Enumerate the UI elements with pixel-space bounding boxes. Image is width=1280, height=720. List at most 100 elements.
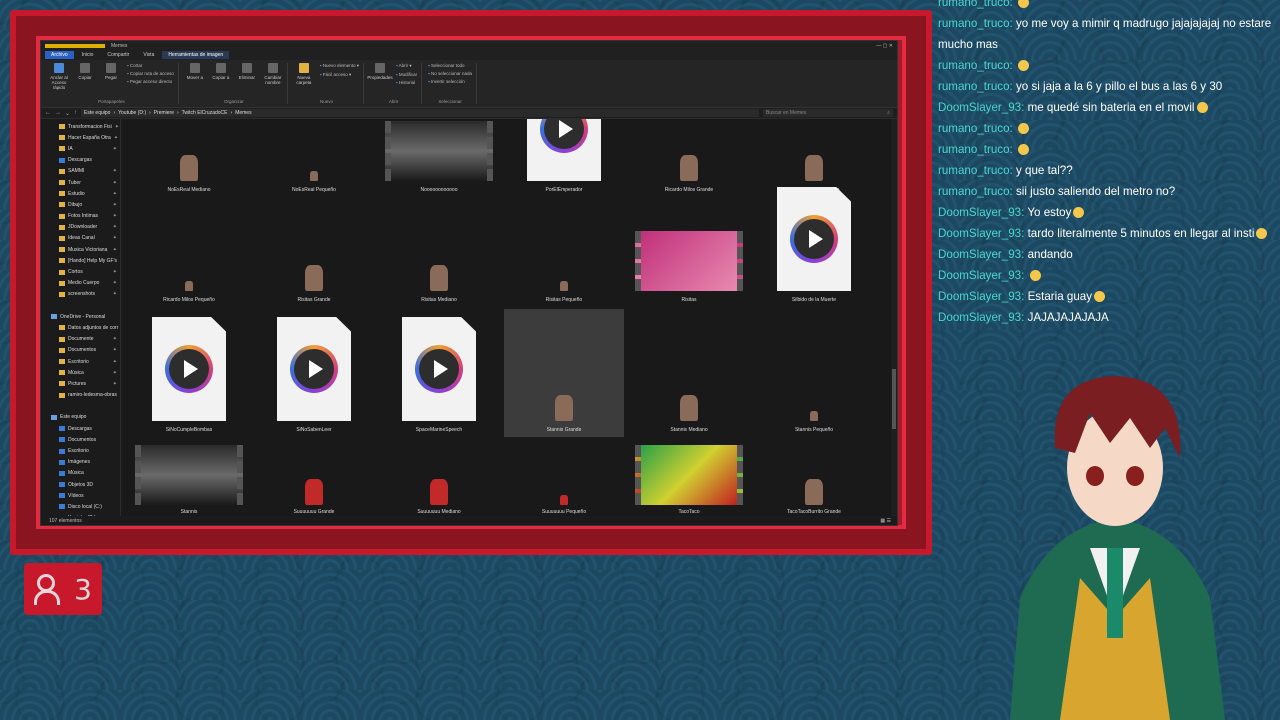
- menu-vista[interactable]: Vista: [137, 51, 160, 59]
- file-tile[interactable]: Suuuuuuu Pequeño: [504, 439, 624, 516]
- chat-username[interactable]: rumano_truco:: [938, 80, 1016, 93]
- vertical-scrollbar[interactable]: [891, 119, 897, 516]
- nav-item[interactable]: Documentos ✦: [41, 345, 120, 356]
- nav-item[interactable]: Ideas Canal ✦: [41, 233, 120, 244]
- nav-item[interactable]: Musica Victoriana ✦: [41, 244, 120, 255]
- nav-item[interactable]: Cortos ✦: [41, 266, 120, 277]
- nav-item[interactable]: Este equipo: [41, 412, 120, 423]
- nav-item[interactable]: [Hando] Help My GF's✦: [41, 255, 120, 266]
- file-tile[interactable]: Suuuuuuu Mediano: [379, 439, 499, 516]
- nav-item[interactable]: Dibujo ✦: [41, 199, 120, 210]
- breadcrumb-item[interactable]: Este equipo: [84, 110, 110, 116]
- nav-item[interactable]: screenshots ✦: [41, 289, 120, 300]
- chat-username[interactable]: DoomSlayer_93:: [938, 311, 1028, 324]
- copy-path-button[interactable]: Copiar ruta de acceso: [127, 71, 174, 76]
- nav-item[interactable]: Fotos Intimas ✦: [41, 211, 120, 222]
- file-tile[interactable]: Stannis Grande: [504, 309, 624, 437]
- breadcrumb-item[interactable]: Youtube (D:): [118, 110, 146, 116]
- view-toggle-icons[interactable]: ▦ ☰: [880, 518, 891, 524]
- back-arrow-icon[interactable]: ←: [45, 110, 51, 116]
- paste-button[interactable]: Pegar: [101, 63, 121, 80]
- file-tile[interactable]: Stannis Mediano: [629, 309, 749, 437]
- select-none-button[interactable]: No seleccionar nada: [428, 71, 472, 76]
- select-all-button[interactable]: Seleccionar todo: [428, 63, 472, 68]
- scrollbar-thumb[interactable]: [892, 369, 896, 429]
- new-item-button[interactable]: Nuevo elemento ▾: [320, 63, 359, 69]
- breadcrumb-item[interactable]: Twitch ElCruzadoCE: [182, 110, 228, 116]
- window-controls[interactable]: — ▢ ✕: [876, 43, 893, 49]
- nav-item[interactable]: Descargas: [41, 423, 120, 434]
- file-tile[interactable]: Stannis: [129, 439, 249, 516]
- file-tile[interactable]: TacoTacoBurrito Grande: [754, 439, 874, 516]
- file-tile[interactable]: Risitas Grande: [254, 179, 374, 307]
- chat-username[interactable]: rumano_truco:: [938, 17, 1016, 30]
- chat-username[interactable]: rumano_truco:: [938, 185, 1016, 198]
- chat-username[interactable]: DoomSlayer_93:: [938, 269, 1028, 282]
- file-tile[interactable]: Risitas: [629, 179, 749, 307]
- breadcrumb[interactable]: Este equipo › Youtube (D:) › Premiere › Twitch…: [81, 109, 759, 117]
- file-tile[interactable]: Risitas Mediano: [379, 179, 499, 307]
- nav-item[interactable]: Estudio ✦: [41, 188, 120, 199]
- nav-item[interactable]: Transformacion Fisi ✦: [41, 121, 120, 132]
- nav-item[interactable]: Vídeos: [41, 490, 120, 501]
- nav-item[interactable]: OneDrive - Personal: [41, 311, 120, 322]
- chat-username[interactable]: DoomSlayer_93:: [938, 206, 1027, 219]
- menu-herramientas-imagen[interactable]: Herramientas de imagen: [162, 51, 230, 59]
- nav-item[interactable]: JDownloader ✦: [41, 222, 120, 233]
- delete-button[interactable]: Eliminar: [237, 63, 257, 80]
- chat-username[interactable]: rumano_truco:: [938, 143, 1016, 156]
- file-tile[interactable]: Risitas Pequeño: [504, 179, 624, 307]
- menu-archivo[interactable]: Archivo: [45, 51, 74, 59]
- chat-username[interactable]: DoomSlayer_93:: [938, 248, 1028, 261]
- chat-username[interactable]: rumano_truco:: [938, 59, 1016, 72]
- chat-username[interactable]: DoomSlayer_93:: [938, 101, 1028, 114]
- copy-to-button[interactable]: Copiar a: [211, 63, 231, 80]
- breadcrumb-item[interactable]: Premiere: [154, 110, 174, 116]
- paste-shortcut-button[interactable]: Pegar acceso directo: [127, 79, 174, 84]
- nav-item[interactable]: Objetos 3D: [41, 479, 120, 490]
- file-tile[interactable]: Suuuuuuu Grande: [254, 439, 374, 516]
- rename-button[interactable]: Cambiar nombre: [263, 63, 283, 85]
- chat-username[interactable]: rumano_truco:: [938, 122, 1016, 135]
- nav-item[interactable]: Escritorio: [41, 445, 120, 456]
- menu-inicio[interactable]: Inicio: [76, 51, 100, 59]
- cut-button[interactable]: Cortar: [127, 63, 174, 68]
- move-to-button[interactable]: Mover a: [185, 63, 205, 80]
- file-tile[interactable]: SiNoCumpleBombas: [129, 309, 249, 437]
- nav-item[interactable]: ramiro-ledesma-obras✦: [41, 390, 120, 401]
- nav-item[interactable]: Disco local (C:): [41, 501, 120, 512]
- chevron-down-icon[interactable]: ⌄: [65, 110, 70, 117]
- nav-item[interactable]: Imágenes: [41, 457, 120, 468]
- chat-username[interactable]: rumano_truco:: [938, 164, 1016, 177]
- file-tile[interactable]: Stannis Pequeño: [754, 309, 874, 437]
- nav-item[interactable]: Tuber ✦: [41, 177, 120, 188]
- menu-compartir[interactable]: Compartir: [101, 51, 135, 59]
- open-button[interactable]: Abrir ▾: [396, 63, 417, 69]
- nav-item[interactable]: Documentos: [41, 434, 120, 445]
- chat-username[interactable]: rumano_truco:: [938, 0, 1016, 9]
- nav-item[interactable]: SAMMI ✦: [41, 166, 120, 177]
- search-input[interactable]: Buscar en Memes ⌕: [763, 109, 893, 117]
- nav-item[interactable]: Pictures ✦: [41, 378, 120, 389]
- breadcrumb-item[interactable]: Memes: [235, 110, 251, 116]
- nav-item[interactable]: Música ✦: [41, 367, 120, 378]
- copy-button[interactable]: Copiar: [75, 63, 95, 80]
- nav-item[interactable]: IA ✦: [41, 143, 120, 154]
- nav-item[interactable]: Datos adjuntos de corr✦: [41, 322, 120, 333]
- nav-item[interactable]: Música: [41, 468, 120, 479]
- history-button[interactable]: Historial: [396, 80, 417, 85]
- up-arrow-icon[interactable]: ↑: [74, 110, 77, 116]
- properties-button[interactable]: Propiedades: [367, 63, 393, 80]
- new-folder-button[interactable]: Nueva carpeta: [294, 63, 314, 85]
- easy-access-button[interactable]: Fácil acceso ▾: [320, 72, 359, 78]
- nav-item[interactable]: Hacer España Otra ✦: [41, 132, 120, 143]
- file-tile[interactable]: TacoTaco: [629, 439, 749, 516]
- file-tile[interactable]: Silbido de la Muerte: [754, 179, 874, 307]
- nav-item[interactable]: Documente ✦: [41, 334, 120, 345]
- chat-username[interactable]: DoomSlayer_93:: [938, 227, 1028, 240]
- file-tile[interactable]: Ricardo Milos Pequeño: [129, 179, 249, 307]
- file-tile[interactable]: SiNoSabenLeer: [254, 309, 374, 437]
- chat-username[interactable]: DoomSlayer_93:: [938, 290, 1028, 303]
- nav-item[interactable]: Escritorio ✦: [41, 356, 120, 367]
- invert-selection-button[interactable]: Invertir selección: [428, 79, 472, 84]
